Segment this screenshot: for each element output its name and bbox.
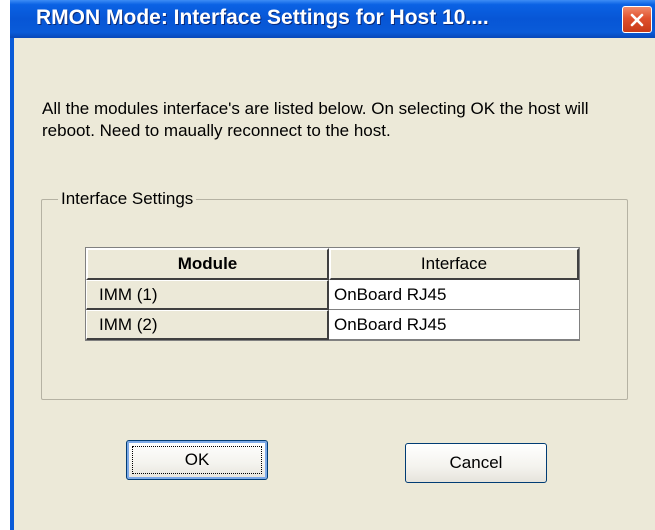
info-message: All the modules interface's are listed b… [42,99,589,140]
interface-grid: Module Interface IMM (1) OnBoard RJ45 IM… [85,247,580,341]
title-bar[interactable]: RMON Mode: Interface Settings for Host 1… [10,0,655,38]
window-title: RMON Mode: Interface Settings for Host 1… [36,6,489,29]
groupbox-label: Interface Settings [58,189,197,209]
interface-cell[interactable]: OnBoard RJ45 [329,310,579,340]
grid-header-row: Module Interface [86,248,579,280]
column-header-interface[interactable]: Interface [329,248,579,280]
cancel-button[interactable]: Cancel [405,443,547,483]
table-row: IMM (2) OnBoard RJ45 [86,310,579,340]
interface-cell[interactable]: OnBoard RJ45 [329,280,579,310]
close-button[interactable] [622,6,652,33]
module-cell[interactable]: IMM (1) [86,280,329,310]
table-row: IMM (1) OnBoard RJ45 [86,280,579,310]
focus-rectangle [132,446,262,474]
cancel-button-label: Cancel [449,453,503,472]
module-cell[interactable]: IMM (2) [86,310,329,340]
close-icon [629,12,645,28]
ok-button[interactable]: OK [126,440,268,480]
column-header-module[interactable]: Module [86,248,329,280]
